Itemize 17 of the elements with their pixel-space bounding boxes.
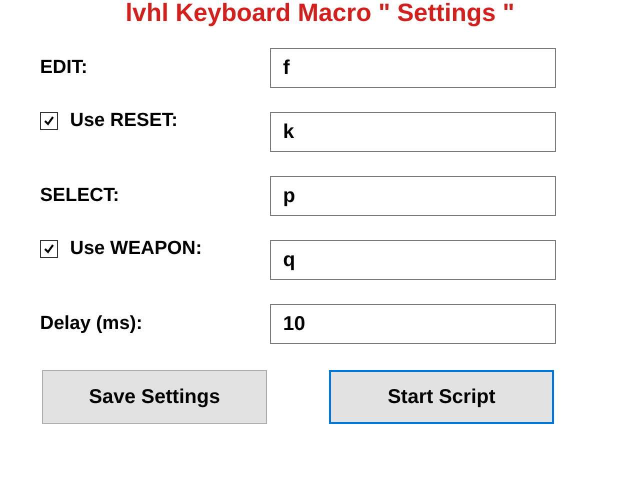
checkbox[interactable] [40, 240, 58, 258]
input-field[interactable]: f [270, 48, 556, 88]
checkbox[interactable] [40, 112, 58, 130]
field-label: SELECT: [40, 185, 120, 207]
input-field[interactable]: k [270, 112, 556, 152]
action-button[interactable]: Start Script [329, 370, 554, 424]
checkbox-label[interactable]: Use WEAPON: [70, 238, 202, 260]
checkbox-label[interactable]: Use RESET: [70, 110, 178, 132]
check-icon [43, 243, 55, 255]
input-field[interactable]: p [270, 176, 556, 216]
window-title: lvhl Keyboard Macro " Settings " [124, 0, 516, 28]
input-field[interactable]: 10 [270, 304, 556, 344]
field-label: Delay (ms): [40, 313, 142, 335]
input-field[interactable]: q [270, 240, 556, 280]
check-icon [43, 115, 55, 127]
action-button[interactable]: Save Settings [42, 370, 267, 424]
field-label: EDIT: [40, 57, 88, 79]
